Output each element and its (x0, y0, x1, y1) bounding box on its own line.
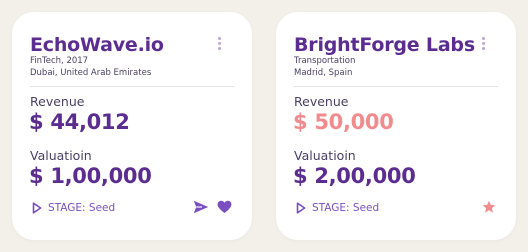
divider (294, 86, 498, 87)
revenue-value: $ 50,000 (293, 110, 394, 134)
card-actions (193, 200, 232, 214)
more-options-icon[interactable] (218, 37, 222, 51)
location: Dubai, United Arab Emirates (30, 68, 152, 78)
startup-card-brightforge[interactable]: BrightForge Labs Transportation Madrid, … (276, 12, 516, 240)
play-outline-icon (296, 202, 306, 214)
valuation-label: Valuatioin (294, 148, 356, 163)
location: Madrid, Spain (294, 68, 353, 78)
send-icon[interactable] (193, 200, 209, 214)
stage-label: STAGE: Seed (312, 202, 380, 214)
valuation-label: Valuatioin (30, 148, 92, 163)
heart-icon[interactable] (217, 200, 232, 214)
star-icon[interactable] (482, 200, 496, 214)
divider (30, 86, 234, 87)
card-actions (482, 200, 496, 214)
industry-year: FinTech, 2017 (30, 56, 89, 66)
revenue-label: Revenue (294, 94, 349, 109)
revenue-label: Revenue (30, 94, 85, 109)
play-outline-icon (32, 202, 42, 214)
stage-indicator: STAGE: Seed (296, 202, 379, 214)
more-options-icon[interactable] (482, 37, 486, 51)
stage-indicator: STAGE: Seed (32, 202, 115, 214)
revenue-value: $ 44,012 (29, 110, 130, 134)
valuation-value: $ 2,00,000 (293, 164, 416, 188)
industry-year: Transportation (294, 56, 356, 66)
company-name: EchoWave.io (30, 34, 164, 56)
stage-label: STAGE: Seed (48, 202, 116, 214)
valuation-value: $ 1,00,000 (29, 164, 152, 188)
startup-card-echowave[interactable]: EchoWave.io FinTech, 2017 Dubai, United … (12, 12, 252, 240)
company-name: BrightForge Labs (294, 34, 475, 56)
